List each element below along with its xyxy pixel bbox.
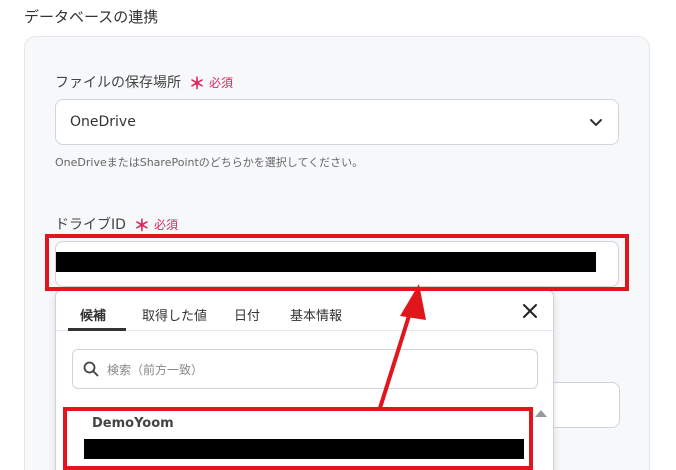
search-placeholder: 検索（前方一致） bbox=[107, 362, 204, 377]
highlight-box-option bbox=[63, 407, 533, 470]
drive-label-text: ドライブID bbox=[55, 217, 126, 233]
highlight-box-drive-id bbox=[45, 234, 629, 291]
close-icon[interactable] bbox=[521, 302, 539, 320]
chevron-down-icon bbox=[590, 119, 602, 126]
storage-field-label: ファイルの保存場所 ＊ 必須 bbox=[55, 70, 233, 94]
required-asterisk: ＊ bbox=[189, 74, 206, 93]
active-tab-underline bbox=[68, 328, 126, 331]
tab-basic-info[interactable]: 基本情報 bbox=[290, 305, 342, 324]
storage-select-value: OneDrive bbox=[70, 114, 136, 130]
scroll-up-icon[interactable] bbox=[535, 410, 547, 417]
tab-fetched-values[interactable]: 取得した値 bbox=[142, 305, 207, 324]
tab-date[interactable]: 日付 bbox=[234, 305, 260, 324]
search-icon bbox=[83, 361, 99, 377]
drive-field-label: ドライブID ＊ 必須 bbox=[55, 212, 178, 236]
search-input[interactable]: 検索（前方一致） bbox=[72, 349, 538, 389]
storage-label-text: ファイルの保存場所 bbox=[55, 75, 181, 91]
tab-candidates[interactable]: 候補 bbox=[80, 305, 106, 324]
required-asterisk: ＊ bbox=[133, 216, 150, 235]
section-title: データベースの連携 bbox=[24, 8, 159, 26]
dropdown-tabs: 候補 取得した値 日付 基本情報 bbox=[56, 291, 553, 331]
required-text: 必須 bbox=[209, 75, 234, 90]
required-text: 必須 bbox=[153, 217, 178, 232]
storage-select[interactable]: OneDrive bbox=[55, 99, 619, 145]
storage-help-text: OneDriveまたはSharePointのどちらかを選択してください。 bbox=[55, 156, 364, 169]
